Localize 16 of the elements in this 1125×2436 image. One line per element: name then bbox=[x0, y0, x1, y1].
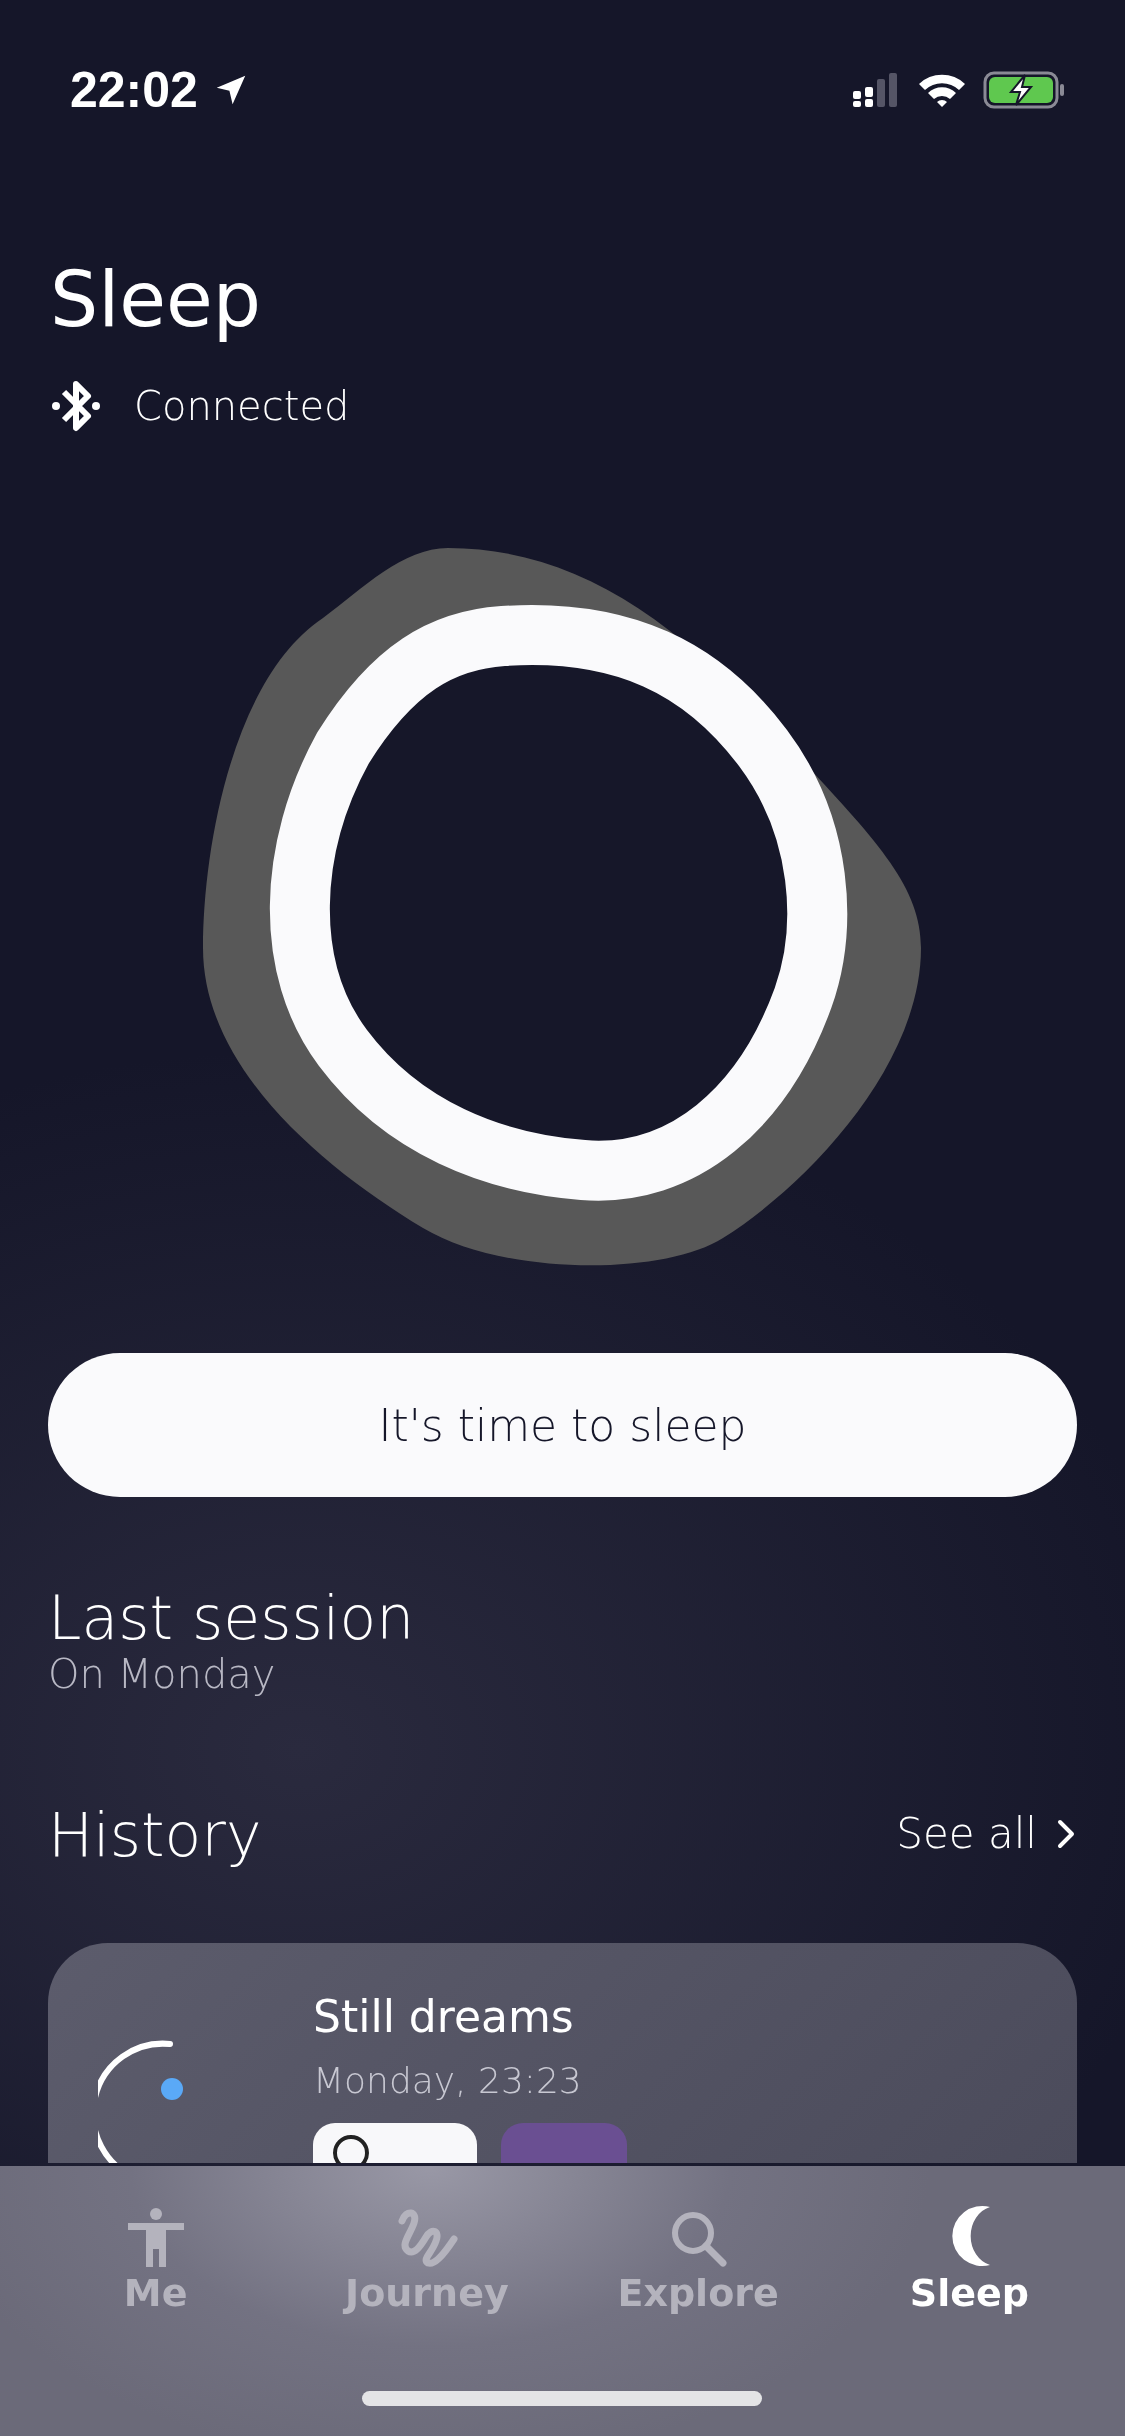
clock-icon bbox=[331, 2133, 371, 2163]
battery-icon bbox=[983, 70, 1065, 109]
session-date: Monday, 23:23 bbox=[313, 2060, 583, 2101]
squiggle-icon bbox=[395, 2207, 458, 2267]
history-title: History bbox=[48, 1802, 262, 1868]
see-all-link[interactable]: See all bbox=[896, 1809, 1077, 1858]
sleep-button[interactable]: It's time to sleep bbox=[48, 1353, 1077, 1497]
person-icon bbox=[127, 2207, 184, 2267]
session-title: Still dreams bbox=[313, 1991, 575, 2042]
status-time: 22:02 bbox=[70, 60, 198, 119]
last-session-title: Last session bbox=[48, 1585, 416, 1651]
tab[interactable]: Sleep bbox=[849, 2196, 1090, 2316]
connection-status: Connected bbox=[134, 383, 350, 429]
history-card[interactable]: Still dreams Monday, 23:23 bbox=[48, 1943, 1077, 2163]
last-session-date: On Monday bbox=[48, 1651, 277, 1697]
search-icon bbox=[669, 2209, 728, 2267]
